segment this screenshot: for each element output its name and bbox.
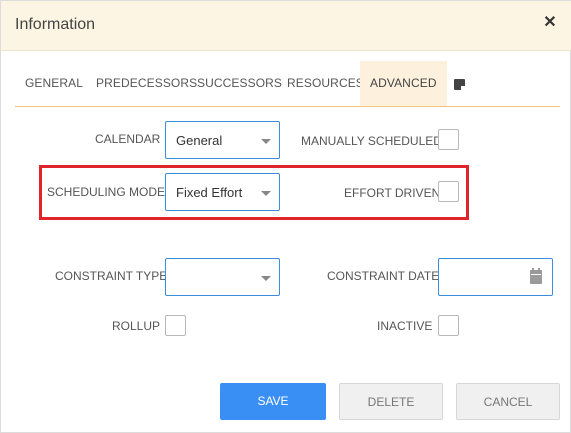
- close-icon[interactable]: ✕: [542, 15, 558, 31]
- constraint-date-field[interactable]: [438, 258, 553, 296]
- inactive-checkbox[interactable]: [438, 315, 459, 336]
- cancel-button[interactable]: CANCEL: [456, 383, 560, 420]
- dialog-header: Information ✕: [1, 1, 571, 51]
- delete-button[interactable]: DELETE: [339, 383, 443, 420]
- notes-icon[interactable]: [454, 79, 465, 90]
- constraint-type-label: CONSTRAINT TYPE: [55, 269, 168, 283]
- constraint-type-select[interactable]: [165, 258, 280, 296]
- calendar-value: General: [176, 133, 223, 148]
- calendar-label: CALENDAR: [95, 132, 161, 146]
- rollup-checkbox[interactable]: [165, 315, 186, 336]
- tab-advanced[interactable]: ADVANCED: [360, 61, 447, 106]
- tab-general[interactable]: GENERAL: [25, 61, 83, 106]
- chevron-down-icon: [261, 139, 271, 144]
- tab-resources[interactable]: RESOURCES: [287, 61, 364, 106]
- save-button[interactable]: SAVE: [220, 383, 326, 420]
- tab-successors[interactable]: SUCCESSORS: [197, 61, 282, 106]
- tab-bar: GENERAL PREDECESSORS SUCCESSORS RESOURCE…: [15, 61, 560, 107]
- dialog-title: Information: [15, 16, 96, 33]
- calendar-select[interactable]: General: [165, 121, 280, 159]
- chevron-down-icon: [261, 276, 271, 281]
- calendar-icon[interactable]: [530, 268, 542, 284]
- constraint-date-label: CONSTRAINT DATE: [327, 269, 440, 283]
- manually-scheduled-checkbox[interactable]: [438, 129, 459, 150]
- information-dialog: Information ✕ GENERAL PREDECESSORS SUCCE…: [0, 0, 571, 433]
- manually-scheduled-label: MANUALLY SCHEDULED: [301, 134, 442, 148]
- inactive-label: INACTIVE: [377, 319, 433, 333]
- highlight-box: [39, 165, 469, 220]
- tab-predecessors[interactable]: PREDECESSORS: [96, 61, 197, 106]
- rollup-label: ROLLUP: [112, 319, 161, 333]
